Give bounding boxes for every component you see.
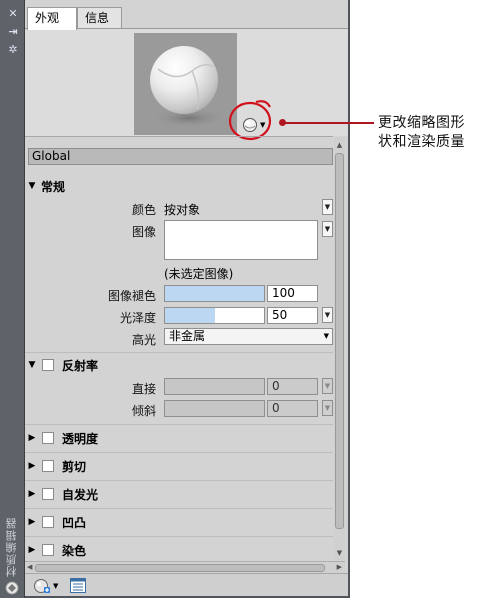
- direct-input[interactable]: 0: [267, 378, 318, 395]
- oblique-label: 倾斜: [131, 404, 156, 418]
- color-dropdown-button[interactable]: ▼: [322, 199, 333, 215]
- glossiness-fill: [165, 308, 215, 323]
- section-reflectivity-label: 反射率: [62, 358, 99, 373]
- bump-checkbox[interactable]: [42, 516, 54, 528]
- section-bump-label: 凹凸: [62, 515, 87, 530]
- close-icon[interactable]: ✕: [6, 6, 20, 20]
- image-fade-fill: [165, 286, 264, 301]
- section-general-header[interactable]: ▼ 常规: [25, 176, 333, 196]
- tint-checkbox[interactable]: [42, 544, 54, 556]
- transparency-checkbox[interactable]: [42, 432, 54, 444]
- section-transparency-label: 透明度: [62, 431, 99, 446]
- section-tint-header[interactable]: ▶ 染色: [25, 540, 333, 560]
- highlight-select[interactable]: 非金属 ▼: [164, 328, 333, 345]
- section-general-label: 常规: [41, 179, 66, 194]
- expand-arrow-icon: ▶: [28, 489, 36, 499]
- image-fade-label: 图像褪色: [107, 289, 156, 303]
- palette-title: 材质编辑器: [5, 517, 18, 577]
- tab-appearance[interactable]: 外观: [27, 7, 77, 30]
- create-material-button[interactable]: ▼: [34, 577, 60, 594]
- direct-dropdown-button[interactable]: ▼: [322, 378, 333, 394]
- section-cutout-label: 剪切: [62, 459, 87, 474]
- image-fade-slider[interactable]: [164, 285, 265, 302]
- glossiness-input[interactable]: 50: [267, 307, 318, 324]
- material-browser-button[interactable]: [69, 577, 87, 594]
- section-tint-label: 染色: [62, 543, 87, 558]
- section-divider: [25, 452, 333, 453]
- glossiness-label: 光泽度: [119, 311, 156, 325]
- image-status-text: (未选定图像): [164, 267, 234, 281]
- glossiness-slider[interactable]: [164, 307, 265, 324]
- scroll-right-icon[interactable]: ▶: [337, 563, 342, 571]
- tab-bar: 外观 信息: [25, 7, 348, 30]
- oblique-dropdown-button[interactable]: ▼: [322, 400, 333, 416]
- image-dropdown-button[interactable]: ▼: [322, 221, 333, 237]
- section-divider: [25, 424, 333, 425]
- expand-arrow-icon: ▼: [28, 360, 36, 370]
- horizontal-scrollbar[interactable]: ◀ ▶: [25, 561, 345, 573]
- self-illumination-checkbox[interactable]: [42, 488, 54, 500]
- chevron-down-icon: ▼: [53, 581, 59, 590]
- preview-separator: [25, 136, 333, 137]
- material-type-header: Global: [28, 148, 333, 165]
- expand-arrow-icon: ▶: [28, 433, 36, 443]
- scroll-up-icon[interactable]: ▲: [334, 139, 345, 150]
- section-self-illumination-label: 自发光: [62, 487, 99, 502]
- callout-leader-line: [283, 122, 374, 124]
- color-label: 颜色: [131, 203, 156, 217]
- oblique-input[interactable]: 0: [267, 400, 318, 417]
- scroll-left-icon[interactable]: ◀: [27, 563, 32, 571]
- image-label: 图像: [131, 225, 156, 239]
- section-divider: [25, 352, 333, 353]
- expand-arrow-icon: ▶: [28, 517, 36, 527]
- expand-arrow-icon: ▶: [28, 461, 36, 471]
- highlight-label: 高光: [131, 333, 156, 347]
- image-slot[interactable]: [164, 220, 318, 260]
- expand-arrow-icon: ▶: [28, 545, 36, 555]
- section-self-illumination-header[interactable]: ▶ 自发光: [25, 484, 333, 504]
- preview-area: ▼: [25, 29, 348, 141]
- create-material-icon: [34, 578, 50, 593]
- bottom-toolbar: ▼: [25, 573, 348, 596]
- section-divider: [25, 508, 333, 509]
- scroll-down-icon[interactable]: ▼: [334, 547, 345, 558]
- autohide-icon[interactable]: ⇥: [6, 24, 20, 38]
- cutout-checkbox[interactable]: [42, 460, 54, 472]
- horizontal-scroll-thumb[interactable]: [35, 564, 325, 572]
- highlight-select-value: 非金属: [169, 329, 206, 343]
- oblique-slider[interactable]: [164, 400, 265, 417]
- direct-slider[interactable]: [164, 378, 265, 395]
- section-cutout-header[interactable]: ▶ 剪切: [25, 456, 333, 476]
- color-value: 按对象: [164, 203, 201, 217]
- chevron-down-icon: ▼: [323, 332, 329, 340]
- vertical-scroll-thumb[interactable]: [335, 153, 344, 529]
- material-editor-panel: 外观 信息 ▼ Global ▼ 常规 颜色 按对象 ▼ 图像 ▼ (未选定图像…: [25, 0, 350, 598]
- callout-text: 更改缩略图形状和渲染质量: [378, 115, 465, 150]
- section-divider: [25, 480, 333, 481]
- vertical-scrollbar[interactable]: ▲ ▼: [334, 137, 345, 560]
- palette-grip-icon[interactable]: [5, 581, 20, 595]
- reflectivity-checkbox[interactable]: [42, 359, 54, 371]
- expand-arrow-icon: ▼: [28, 181, 36, 191]
- glossiness-dropdown-button[interactable]: ▼: [322, 307, 333, 323]
- section-bump-header[interactable]: ▶ 凹凸: [25, 512, 333, 532]
- tab-information[interactable]: 信息: [77, 7, 122, 29]
- image-fade-input[interactable]: 100: [267, 285, 318, 302]
- section-transparency-header[interactable]: ▶ 透明度: [25, 428, 333, 448]
- section-reflectivity-header[interactable]: ▼ 反射率: [25, 355, 333, 375]
- properties-icon[interactable]: ✲: [6, 42, 20, 56]
- palette-sidebar: ✕ ⇥ ✲ 材质编辑器: [0, 0, 25, 598]
- material-preview-swatch: [134, 33, 237, 135]
- direct-label: 直接: [131, 382, 156, 396]
- sphere-shape: [150, 46, 218, 114]
- section-divider: [25, 536, 333, 537]
- material-browser-icon: [70, 578, 86, 593]
